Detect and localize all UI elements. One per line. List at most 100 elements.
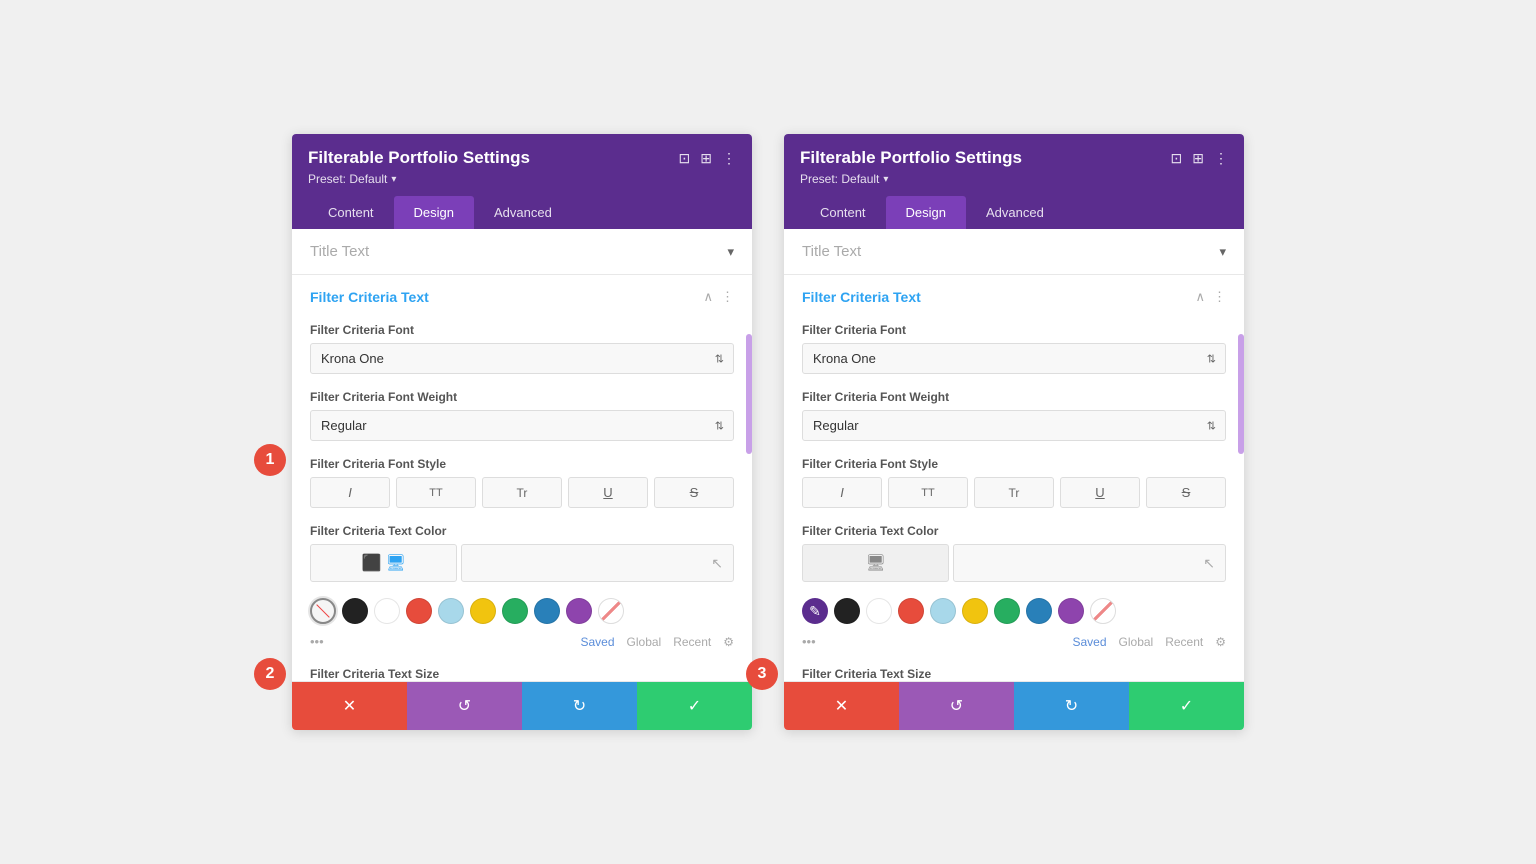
swatch-blue-right[interactable]: [1026, 598, 1052, 624]
color-setting-right: Filter Criteria Text Color 🖥 ↖: [784, 516, 1244, 598]
preset-row-right: Preset: Default ▾: [800, 172, 1228, 186]
title-chevron-left: ▾: [727, 244, 734, 260]
eyedropper-btn-right[interactable]: ✎: [802, 598, 828, 624]
focus-icon-left[interactable]: ⊡: [679, 150, 691, 167]
font-select-right[interactable]: Krona One: [802, 343, 1226, 374]
swatch-slash-right[interactable]: [1090, 598, 1116, 624]
tab-advanced-right[interactable]: Advanced: [966, 196, 1064, 229]
underline-btn-right[interactable]: U: [1060, 477, 1140, 508]
filter-more-icon-right[interactable]: ⋮: [1213, 289, 1226, 305]
capitalize-btn-left[interactable]: Tr: [482, 477, 562, 508]
layout-icon-right[interactable]: ⊞: [1192, 150, 1204, 167]
cancel-btn-right[interactable]: ✕: [784, 682, 899, 730]
swatch-red-right[interactable]: [898, 598, 924, 624]
swatch-lightblue-right[interactable]: [930, 598, 956, 624]
swatch-purple-left[interactable]: [566, 598, 592, 624]
swatch-red-left[interactable]: [406, 598, 432, 624]
style-label-right: Filter Criteria Font Style: [802, 457, 1226, 471]
color-monitor-btn-left[interactable]: ⬛ 🖥: [310, 544, 457, 582]
weight-setting-left: Filter Criteria Font Weight Regular ⇅: [292, 382, 752, 449]
preset-arrow-left[interactable]: ▾: [391, 174, 396, 185]
swatch-yellow-left[interactable]: [470, 598, 496, 624]
color-tab-global-right[interactable]: Global: [1119, 635, 1154, 649]
redo-btn-right[interactable]: ↻: [1014, 682, 1129, 730]
color-dots-right[interactable]: •••: [802, 634, 816, 649]
cancel-btn-left[interactable]: ✕: [292, 682, 407, 730]
italic-btn-left[interactable]: I: [310, 477, 390, 508]
text-size-label-left: Filter Criteria Text Size: [292, 659, 752, 681]
weight-select-left[interactable]: Regular: [310, 410, 734, 441]
color-dots-left[interactable]: •••: [310, 634, 324, 649]
tabs-right: Content Design Advanced: [800, 196, 1228, 229]
font-select-left[interactable]: Krona One: [310, 343, 734, 374]
scrollbar-left[interactable]: [746, 334, 752, 454]
tab-design-left[interactable]: Design: [394, 196, 474, 229]
badge-number-3: 3: [746, 658, 778, 690]
color-tabs-row-right: ••• Saved Global Recent ⚙: [784, 630, 1244, 659]
weight-select-right[interactable]: Regular: [802, 410, 1226, 441]
scrollbar-right[interactable]: [1238, 334, 1244, 454]
color-tab-global-left[interactable]: Global: [627, 635, 662, 649]
weight-label-left: Filter Criteria Font Weight: [310, 390, 734, 404]
layout-icon-left[interactable]: ⊞: [700, 150, 712, 167]
preset-arrow-right[interactable]: ▾: [883, 174, 888, 185]
style-setting-left: Filter Criteria Font Style I TT Tr U S: [292, 449, 752, 516]
color-tab-recent-right[interactable]: Recent: [1165, 635, 1203, 649]
more-icon-left[interactable]: ⋮: [722, 150, 736, 167]
strikethrough-btn-left[interactable]: S: [654, 477, 734, 508]
bottom-bar-left: ✕ ↺ ↻ ✓: [292, 682, 752, 730]
focus-icon-right[interactable]: ⊡: [1171, 150, 1183, 167]
undo-btn-right[interactable]: ↺: [899, 682, 1014, 730]
save-btn-right[interactable]: ✓: [1129, 682, 1244, 730]
swatch-black-right[interactable]: [834, 598, 860, 624]
redo-btn-left[interactable]: ↻: [522, 682, 637, 730]
panel-title-left: Filterable Portfolio Settings: [308, 148, 530, 168]
font-label-right: Filter Criteria Font: [802, 323, 1226, 337]
undo-btn-left[interactable]: ↺: [407, 682, 522, 730]
title-section-right[interactable]: Title Text ▾: [784, 229, 1244, 275]
more-icon-right[interactable]: ⋮: [1214, 150, 1228, 167]
tab-design-right[interactable]: Design: [886, 196, 966, 229]
header-icons-right: ⊡ ⊞ ⋮: [1171, 150, 1228, 167]
strikethrough-btn-right[interactable]: S: [1146, 477, 1226, 508]
filter-section-right: Filter Criteria Text ∧ ⋮ Filter Criteria…: [784, 275, 1244, 682]
tab-content-right[interactable]: Content: [800, 196, 886, 229]
swatch-yellow-right[interactable]: [962, 598, 988, 624]
uppercase-btn-left[interactable]: TT: [396, 477, 476, 508]
filter-section-title-right: Filter Criteria Text: [802, 289, 921, 305]
swatch-purple-right[interactable]: [1058, 598, 1084, 624]
swatch-blue-left[interactable]: [534, 598, 560, 624]
color-cursor-area-right[interactable]: ↖: [953, 544, 1226, 582]
uppercase-btn-right[interactable]: TT: [888, 477, 968, 508]
text-size-label-right: Filter Criteria Text Size: [784, 659, 1244, 681]
color-tab-saved-left[interactable]: Saved: [580, 635, 614, 649]
color-cursor-area-left[interactable]: ↖: [461, 544, 734, 582]
color-gear-right[interactable]: ⚙: [1215, 635, 1226, 649]
swatch-black-left[interactable]: [342, 598, 368, 624]
filter-collapse-icon-right[interactable]: ∧: [1195, 289, 1205, 305]
tab-advanced-left[interactable]: Advanced: [474, 196, 572, 229]
swatches-row-right: ✎: [784, 598, 1244, 630]
swatch-green-right[interactable]: [994, 598, 1020, 624]
capitalize-btn-right[interactable]: Tr: [974, 477, 1054, 508]
filter-collapse-icon-left[interactable]: ∧: [703, 289, 713, 305]
color-tab-recent-left[interactable]: Recent: [673, 635, 711, 649]
save-btn-left[interactable]: ✓: [637, 682, 752, 730]
underline-btn-left[interactable]: U: [568, 477, 648, 508]
swatch-green-left[interactable]: [502, 598, 528, 624]
swatch-lightblue-left[interactable]: [438, 598, 464, 624]
filter-more-icon-left[interactable]: ⋮: [721, 289, 734, 305]
swatch-white-right[interactable]: [866, 598, 892, 624]
title-section-left[interactable]: Title Text ▾: [292, 229, 752, 275]
italic-btn-right[interactable]: I: [802, 477, 882, 508]
swatch-transparent-left[interactable]: [310, 598, 336, 624]
color-monitor-btn-right[interactable]: 🖥: [802, 544, 949, 582]
color-tab-saved-right[interactable]: Saved: [1072, 635, 1106, 649]
style-buttons-left: I TT Tr U S: [310, 477, 734, 508]
tab-content-left[interactable]: Content: [308, 196, 394, 229]
color-gear-left[interactable]: ⚙: [723, 635, 734, 649]
font-setting-right: Filter Criteria Font Krona One ⇅: [784, 315, 1244, 382]
swatch-slash-left[interactable]: [598, 598, 624, 624]
swatch-white-left[interactable]: [374, 598, 400, 624]
weight-label-right: Filter Criteria Font Weight: [802, 390, 1226, 404]
